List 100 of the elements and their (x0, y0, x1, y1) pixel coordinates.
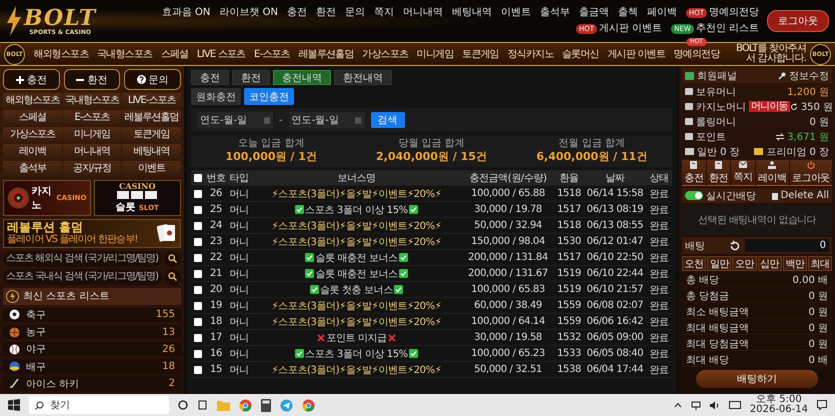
chrome-icon[interactable] (302, 398, 315, 412)
tab[interactable]: 환전 (232, 70, 270, 85)
sidebar-menu-item[interactable]: 베팅내역 (122, 144, 181, 160)
row-checkbox[interactable] (194, 254, 202, 262)
nav-item[interactable]: 게시판 이벤트 (607, 47, 665, 61)
sport-item[interactable]: 농구 13 (3, 324, 181, 340)
nav-item[interactable]: 정식카지노 (507, 47, 554, 61)
paper-plane-icon[interactable] (280, 398, 293, 412)
row-checkbox[interactable] (194, 286, 202, 294)
sidebar-menu-item[interactable]: 미니게임 (62, 127, 122, 143)
sport-item[interactable]: 아이스 하키 2 (3, 376, 181, 391)
top-link[interactable]: 쪽지 (374, 6, 394, 20)
sidebar-menu-item[interactable]: 스페셜 (3, 110, 62, 126)
toggle-switch[interactable] (685, 191, 703, 200)
exchange-icon[interactable] (776, 132, 784, 140)
reset-icon[interactable] (729, 240, 741, 252)
row-checkbox[interactable] (194, 270, 202, 278)
sport-item[interactable]: 야구 26 (3, 342, 181, 356)
sport-item[interactable]: 배구 18 (3, 359, 181, 374)
subtab[interactable]: 원화충전 (191, 88, 241, 105)
calculator-icon[interactable] (261, 398, 271, 412)
amount-chip[interactable]: 십만 (758, 256, 782, 271)
row-checkbox[interactable] (194, 190, 202, 198)
taskbar-clock[interactable]: 오후 5:00 2026-06-14 (750, 395, 808, 415)
top-link[interactable]: 이벤트 (500, 6, 531, 20)
sidebar-menu-item[interactable]: 레볼루션홀덤 (122, 110, 181, 126)
tab[interactable]: 충전내역 (273, 70, 331, 85)
keyboard-icon[interactable] (728, 401, 741, 409)
tab[interactable]: 환전내역 (334, 70, 392, 85)
row-checkbox[interactable] (194, 302, 202, 310)
row-checkbox[interactable] (194, 206, 202, 214)
search-button[interactable] (164, 250, 181, 267)
logout-button[interactable]: 로그아웃 (767, 10, 829, 32)
panel-action-button[interactable]: 충전 (682, 160, 706, 186)
sidebar-menu-item[interactable]: 출석부 (3, 161, 62, 177)
sidebar-button[interactable]: 환전 (64, 69, 120, 90)
amount-chip[interactable]: 오만 (732, 256, 757, 271)
top-link[interactable]: 출금액 (578, 6, 609, 20)
edit-profile-link[interactable]: 정보수정 (778, 68, 829, 82)
chrome-icon[interactable] (239, 398, 252, 412)
amount-chip[interactable]: 백만 (782, 256, 807, 271)
search-field[interactable]: 스포츠 해외식 검색 (국가/리그명/팀명) (3, 250, 162, 267)
subtab[interactable]: 코인충전 (244, 88, 294, 105)
sidebar-menu-item[interactable]: E-스포츠 (62, 110, 122, 126)
nav-item[interactable]: E-스포츠 (254, 47, 290, 61)
top-link[interactable]: 출석부 (540, 6, 570, 20)
top-link[interactable]: 효과음 ON (162, 6, 210, 20)
nav-item[interactable]: 해외형스포츠 (33, 47, 88, 61)
search-field[interactable]: 스포츠 국내식 검색 (국가/리그명/팀명) (3, 268, 162, 285)
sidebar-menu-item[interactable]: 이벤트 (122, 161, 181, 177)
notification-icon[interactable] (817, 400, 827, 410)
top-link[interactable]: 환전 (316, 6, 336, 20)
nav-item[interactable]: 스페셜 (160, 47, 188, 61)
amount-chip[interactable]: 일만 (707, 256, 732, 271)
top-link[interactable]: 출첵 (618, 6, 638, 20)
sidebar-button[interactable]: 충전 (3, 69, 60, 90)
taskbar-search-field[interactable]: 찾기 (29, 396, 169, 414)
nav-item[interactable]: 레볼루션홀덤 (298, 47, 354, 61)
sidebar-menu-item[interactable]: 토큰게임 (122, 127, 181, 143)
panel-action-button[interactable]: 환전 (706, 160, 730, 186)
promo-banner[interactable]: 레볼루션 홀덤 플레이어 VS 플레이어 한판승부! (3, 219, 181, 248)
panel-action-button[interactable]: 레이백 (756, 160, 789, 186)
top-link[interactable]: 충전 (286, 6, 307, 20)
nav-item[interactable]: 토큰게임 (462, 47, 499, 61)
top-link[interactable]: 페이백 (646, 6, 677, 20)
nav-item[interactable]: 미니게임 (416, 47, 454, 61)
sidebar-menu-item[interactable]: LIVE-스포츠 (122, 93, 181, 109)
top-link[interactable]: 머니내역 (402, 6, 443, 20)
amount-chip[interactable]: 오천 (682, 256, 706, 271)
top-link[interactable]: 라이브챗 ON (219, 6, 278, 20)
windows-start-icon[interactable] (8, 399, 20, 411)
row-checkbox[interactable] (194, 334, 202, 342)
circle-icon[interactable] (178, 400, 188, 410)
sport-item[interactable]: 축구 155 (3, 308, 181, 322)
nav-item[interactable]: 국내형스포츠 (97, 47, 152, 61)
nav-item[interactable]: 슬롯머신 (562, 47, 599, 61)
date-field[interactable]: 연도-월-일 (288, 112, 365, 128)
select-all-checkbox[interactable] (194, 174, 202, 182)
sidebar-menu-item[interactable]: 해외형스포츠 (3, 93, 62, 109)
panel-action-button[interactable]: 로그아웃 (790, 160, 832, 186)
task-view-icon[interactable] (197, 400, 208, 410)
row-checkbox[interactable] (194, 318, 202, 326)
top-link[interactable]: 베팅내역 (452, 6, 492, 20)
row-checkbox[interactable] (194, 366, 202, 374)
transfer-money-button[interactable]: 머니이동 (749, 101, 790, 112)
top-link[interactable]: 문의 (344, 6, 365, 20)
panel-action-button[interactable]: 쪽지 (731, 160, 755, 186)
chevron-up-icon[interactable] (674, 402, 682, 408)
search-button[interactable] (164, 268, 181, 285)
sidebar-menu-item[interactable]: 레이백 (3, 144, 62, 160)
refresh-icon[interactable] (790, 102, 798, 110)
tab[interactable]: 충전 (191, 70, 229, 85)
sidebar-menu-item[interactable]: 공지/규정 (62, 161, 122, 177)
bet-amount-field[interactable]: 0 (745, 239, 829, 252)
amount-chip[interactable]: 최대 (808, 256, 832, 271)
speaker-icon[interactable] (710, 400, 720, 410)
sidebar-menu-item[interactable]: 머니내역 (62, 144, 122, 160)
row-checkbox[interactable] (194, 222, 202, 230)
sidebar-menu-item[interactable]: 가상스포츠 (3, 127, 62, 143)
delete-all-link[interactable]: Delete All (772, 190, 829, 201)
